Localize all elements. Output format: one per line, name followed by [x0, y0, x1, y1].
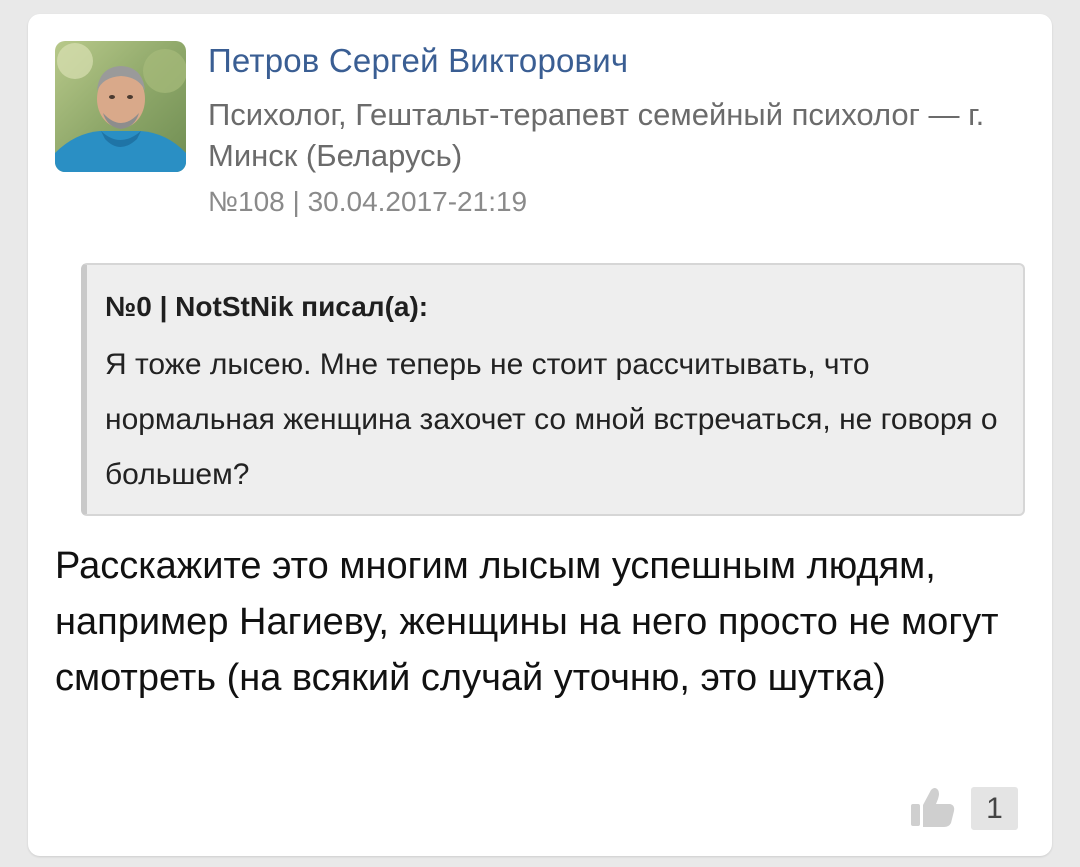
quote-header: №0 | NotStNik писал(а):	[105, 291, 429, 322]
post-meta: №108 | 30.04.2017-21:19	[208, 186, 528, 217]
post-card: Петров Сергей Викторович Психолог, Гешта…	[28, 14, 1052, 856]
thumbs-up-icon[interactable]	[910, 786, 956, 828]
quote-block: №0 | NotStNik писал(а): Я тоже лысею. Мн…	[81, 263, 1025, 516]
author-name-link[interactable]: Петров Сергей Викторович	[208, 42, 628, 80]
post-body: Расскажите это многим лысым успешным люд…	[55, 545, 999, 699]
author-role: Психолог, Гештальт-терапевт семейный пси…	[208, 97, 985, 173]
author-avatar[interactable]	[55, 41, 186, 172]
avatar-photo	[55, 41, 186, 172]
quote-text: Я тоже лысею. Мне теперь не стоит рассчи…	[105, 348, 998, 491]
like-count[interactable]: 1	[971, 787, 1018, 830]
